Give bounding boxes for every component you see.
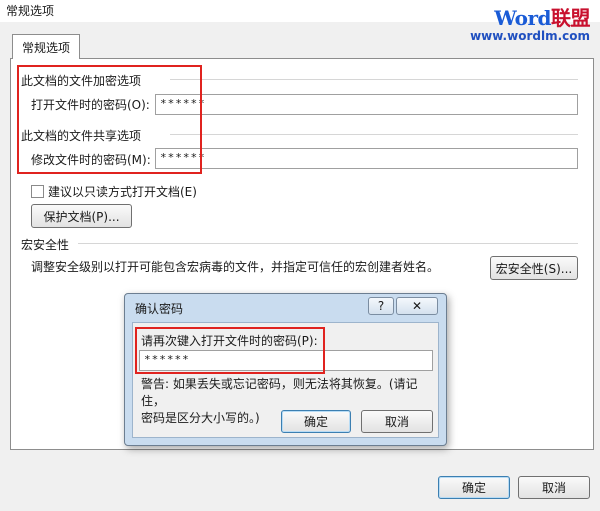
share-separator — [170, 134, 578, 135]
cancel-button[interactable]: 取消 — [518, 476, 590, 499]
window-title: 常规选项 — [6, 4, 55, 18]
macro-separator — [78, 243, 578, 244]
password-options-highlight — [17, 65, 202, 174]
readonly-checkbox[interactable] — [31, 185, 44, 198]
macro-description: 调整安全级别以打开可能包含宏病毒的文件，并指定可信任的宏创建者姓名。 — [31, 260, 440, 274]
open-password-field[interactable]: ****** — [155, 94, 578, 115]
close-button[interactable]: ✕ — [396, 297, 438, 315]
help-icon: ? — [377, 299, 385, 313]
protect-document-button[interactable]: 保护文档(P)... — [31, 204, 132, 228]
ok-button[interactable]: 确定 — [438, 476, 510, 499]
dialog-cancel-button[interactable]: 取消 — [361, 410, 433, 433]
modify-password-field[interactable]: ****** — [155, 148, 578, 169]
reenter-password-highlight — [135, 327, 325, 374]
watermark: Word联盟 www.wordlm.com — [470, 2, 590, 43]
readonly-label: 建议以只读方式打开文档(E) — [48, 185, 197, 199]
close-icon: ✕ — [411, 299, 423, 313]
dialog-title: 确认密码 — [135, 302, 184, 316]
dialog-ok-button[interactable]: 确定 — [281, 410, 351, 433]
tab-general-options[interactable]: 常规选项 — [12, 34, 80, 59]
help-button[interactable]: ? — [368, 297, 394, 315]
macro-security-button[interactable]: 宏安全性(S)... — [490, 256, 578, 280]
encrypt-separator — [170, 79, 578, 80]
watermark-logo: Word联盟 — [494, 6, 590, 30]
watermark-url: www.wordlm.com — [470, 29, 590, 43]
macro-group-label: 宏安全性 — [21, 238, 70, 252]
